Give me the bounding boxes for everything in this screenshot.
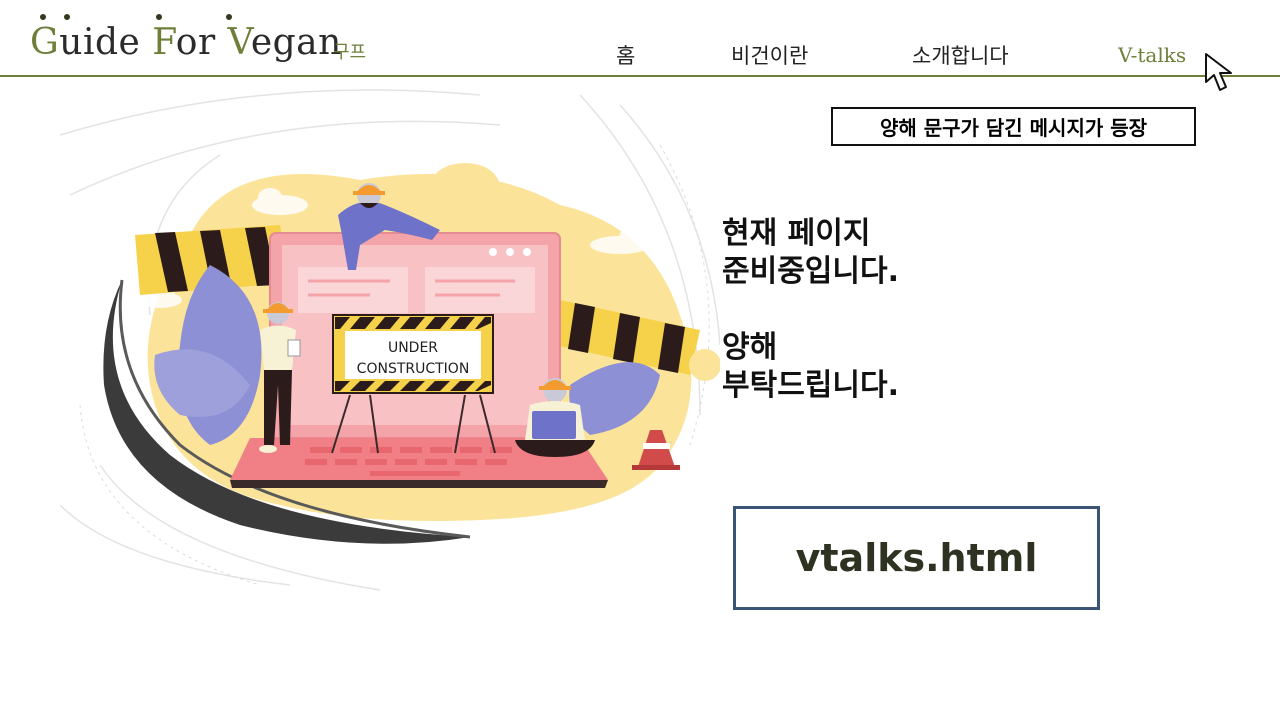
nav-introduction[interactable]: 소개합니다 [912,40,1009,70]
nav-about-vegan[interactable]: 비건이란 [731,40,808,70]
annotation-text: 양해 문구가 담긴 메시지가 등장 [879,116,1148,140]
sign-text-construction: CONSTRUCTION [357,361,470,377]
message-line-3: 양해 [722,330,778,365]
construction-message: 현재 페이지 준비중입니다. 양해 부탁드립니다. [722,215,899,405]
message-line-4: 부탁드립니다. [722,368,899,403]
logo-dot [226,14,232,20]
filename-box: vtalks.html [733,506,1100,610]
message-line-1: 현재 페이지 [722,216,871,251]
message-line-2: 준비중입니다. [722,254,899,289]
nav-home[interactable]: 홈 [616,40,635,70]
mouse-pointer-icon [1205,53,1232,91]
annotation-box: 양해 문구가 담긴 메시지가 등장 [831,107,1196,146]
under-construction-illustration: UNDER CONSTRUCTION [60,89,720,591]
nav-vtalks[interactable]: V-talks [1118,43,1186,67]
main-nav: 홈 비건이란 소개합니다 V-talks [0,40,1280,70]
sign-text-under: UNDER [388,340,438,356]
logo-dot [64,14,70,20]
header-divider [0,75,1280,77]
filename-label: vtalks.html [795,536,1038,580]
logo-dot [156,14,162,20]
logo-dot [40,14,46,20]
